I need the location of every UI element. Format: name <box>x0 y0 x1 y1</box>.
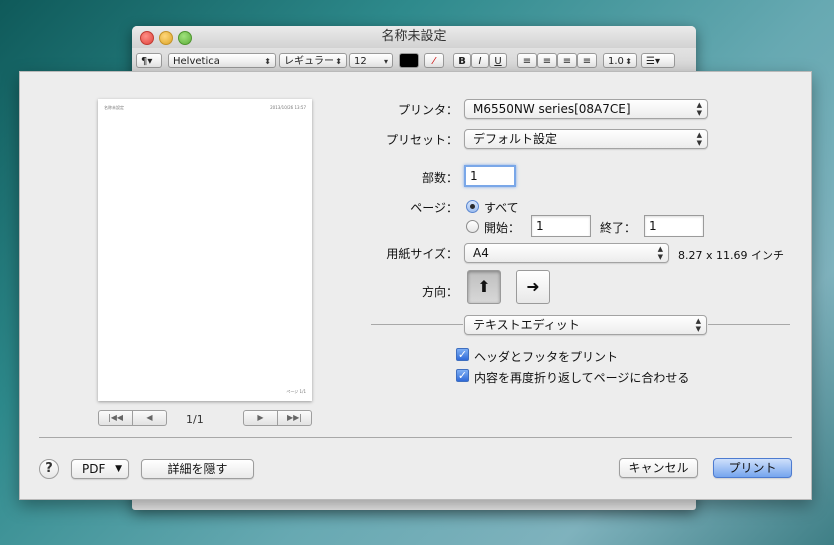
pages-from-label: 開始： <box>484 221 521 235</box>
copies-label: 部数： <box>421 171 458 185</box>
chevron-down-icon: ▼ <box>115 464 122 474</box>
orientation-label: 方向： <box>421 285 458 299</box>
preview-nav-forward: ▶ ▶▶| <box>243 410 312 426</box>
preview-footer-right: ページ 1/1 <box>286 389 306 394</box>
underline-button[interactable]: U <box>489 53 507 68</box>
close-window-button[interactable] <box>140 31 154 45</box>
bottom-divider <box>39 437 792 438</box>
updown-icon: ⬍ <box>264 57 271 66</box>
cancel-button[interactable]: キャンセル <box>619 458 698 478</box>
paper-size-label: 用紙サイズ： <box>386 247 458 261</box>
updown-icon: ▲ ▼ <box>695 317 701 333</box>
chevron-down-icon: ▾ <box>383 57 388 66</box>
print-sheet: 名称未設定 2013/10/26 13:57 ページ 1/1 |◀◀ ◀ 1/1… <box>19 71 812 500</box>
portrait-orientation-icon[interactable]: ⬆ <box>467 270 501 304</box>
align-justify-icon[interactable]: ≡ <box>577 53 597 68</box>
pages-to-field[interactable]: 1 <box>644 215 704 237</box>
next-page-button[interactable]: ▶ <box>243 410 278 426</box>
font-style-popup[interactable]: レギュラー ⬍ <box>279 53 347 68</box>
preview-nav-back: |◀◀ ◀ <box>98 410 167 426</box>
preset-popup[interactable]: デフォルト設定 ▲ ▼ <box>464 129 708 149</box>
pages-range-radio[interactable] <box>466 220 479 233</box>
updown-icon: ⬍ <box>335 57 342 66</box>
paragraph-style-button[interactable]: ¶▾ <box>136 53 162 68</box>
preset-label: プリセット： <box>385 133 458 147</box>
page-preview: 名称未設定 2013/10/26 13:57 ページ 1/1 <box>98 99 312 401</box>
printer-value: M6550NW series[08A7CE] <box>473 102 631 116</box>
section-divider-left <box>371 324 463 325</box>
paper-dimensions: 8.27 x 11.69 インチ <box>678 249 784 262</box>
font-family-popup[interactable]: Helvetica ⬍ <box>168 53 276 68</box>
preview-header-left: 名称未設定 <box>104 105 124 110</box>
pages-label: ページ： <box>410 201 458 215</box>
pages-from-field[interactable]: 1 <box>531 215 591 237</box>
font-size-combo[interactable]: 12 ▾ <box>349 53 393 68</box>
printer-label: プリンタ： <box>397 103 458 117</box>
pages-all-label: すべて <box>484 201 519 215</box>
minimize-window-button[interactable] <box>159 31 173 45</box>
italic-button[interactable]: I <box>471 53 489 68</box>
updown-icon: ▲ ▼ <box>657 245 663 261</box>
header-footer-checkbox[interactable]: ✓ <box>456 348 469 361</box>
text-color-swatch[interactable] <box>399 53 419 68</box>
rewrap-label: 内容を再度折り返してページに合わせる <box>474 371 690 385</box>
pages-to-label: 終了： <box>600 221 637 235</box>
hide-details-button[interactable]: 詳細を隠す <box>141 459 254 479</box>
window-title: 名称未設定 <box>381 29 447 44</box>
align-left-icon[interactable]: ≡ <box>517 53 537 68</box>
pdf-menu-button[interactable]: PDF ▼ <box>71 459 129 479</box>
printer-popup[interactable]: M6550NW series[08A7CE] ▲ ▼ <box>464 99 708 119</box>
paper-size-value: A4 <box>473 246 489 260</box>
align-center-icon[interactable]: ≡ <box>537 53 557 68</box>
updown-icon: ⬍ <box>625 57 632 66</box>
list-style-popup[interactable]: ☰▾ <box>641 53 675 68</box>
header-footer-label: ヘッダとフッタをプリント <box>474 350 619 364</box>
bold-button[interactable]: B <box>453 53 471 68</box>
copies-field[interactable]: 1 <box>464 165 516 187</box>
rewrap-checkbox[interactable]: ✓ <box>456 369 469 382</box>
page-count: 1/1 <box>186 413 204 426</box>
updown-icon: ▲ ▼ <box>696 101 702 117</box>
paper-size-popup[interactable]: A4 ▲ ▼ <box>464 243 669 263</box>
section-popup[interactable]: テキストエディット ▲ ▼ <box>464 315 707 335</box>
pages-all-radio[interactable] <box>466 200 479 213</box>
preset-value: デフォルト設定 <box>473 132 558 146</box>
print-button[interactable]: プリント <box>713 458 792 478</box>
window-titlebar: 名称未設定 <box>132 26 696 49</box>
last-page-button[interactable]: ▶▶| <box>278 410 312 426</box>
updown-icon: ▲ ▼ <box>696 131 702 147</box>
first-page-button[interactable]: |◀◀ <box>98 410 133 426</box>
landscape-orientation-icon[interactable]: ➜ <box>516 270 550 304</box>
section-value: テキストエディット <box>473 318 580 332</box>
line-spacing-popup[interactable]: 1.0 ⬍ <box>603 53 637 68</box>
highlight-color-swatch[interactable]: ⁄ <box>424 53 444 68</box>
zoom-window-button[interactable] <box>178 31 192 45</box>
help-button[interactable]: ? <box>39 459 59 479</box>
align-right-icon[interactable]: ≡ <box>557 53 577 68</box>
section-divider-right <box>708 324 790 325</box>
previous-page-button[interactable]: ◀ <box>133 410 167 426</box>
preview-header-right: 2013/10/26 13:57 <box>270 105 306 110</box>
